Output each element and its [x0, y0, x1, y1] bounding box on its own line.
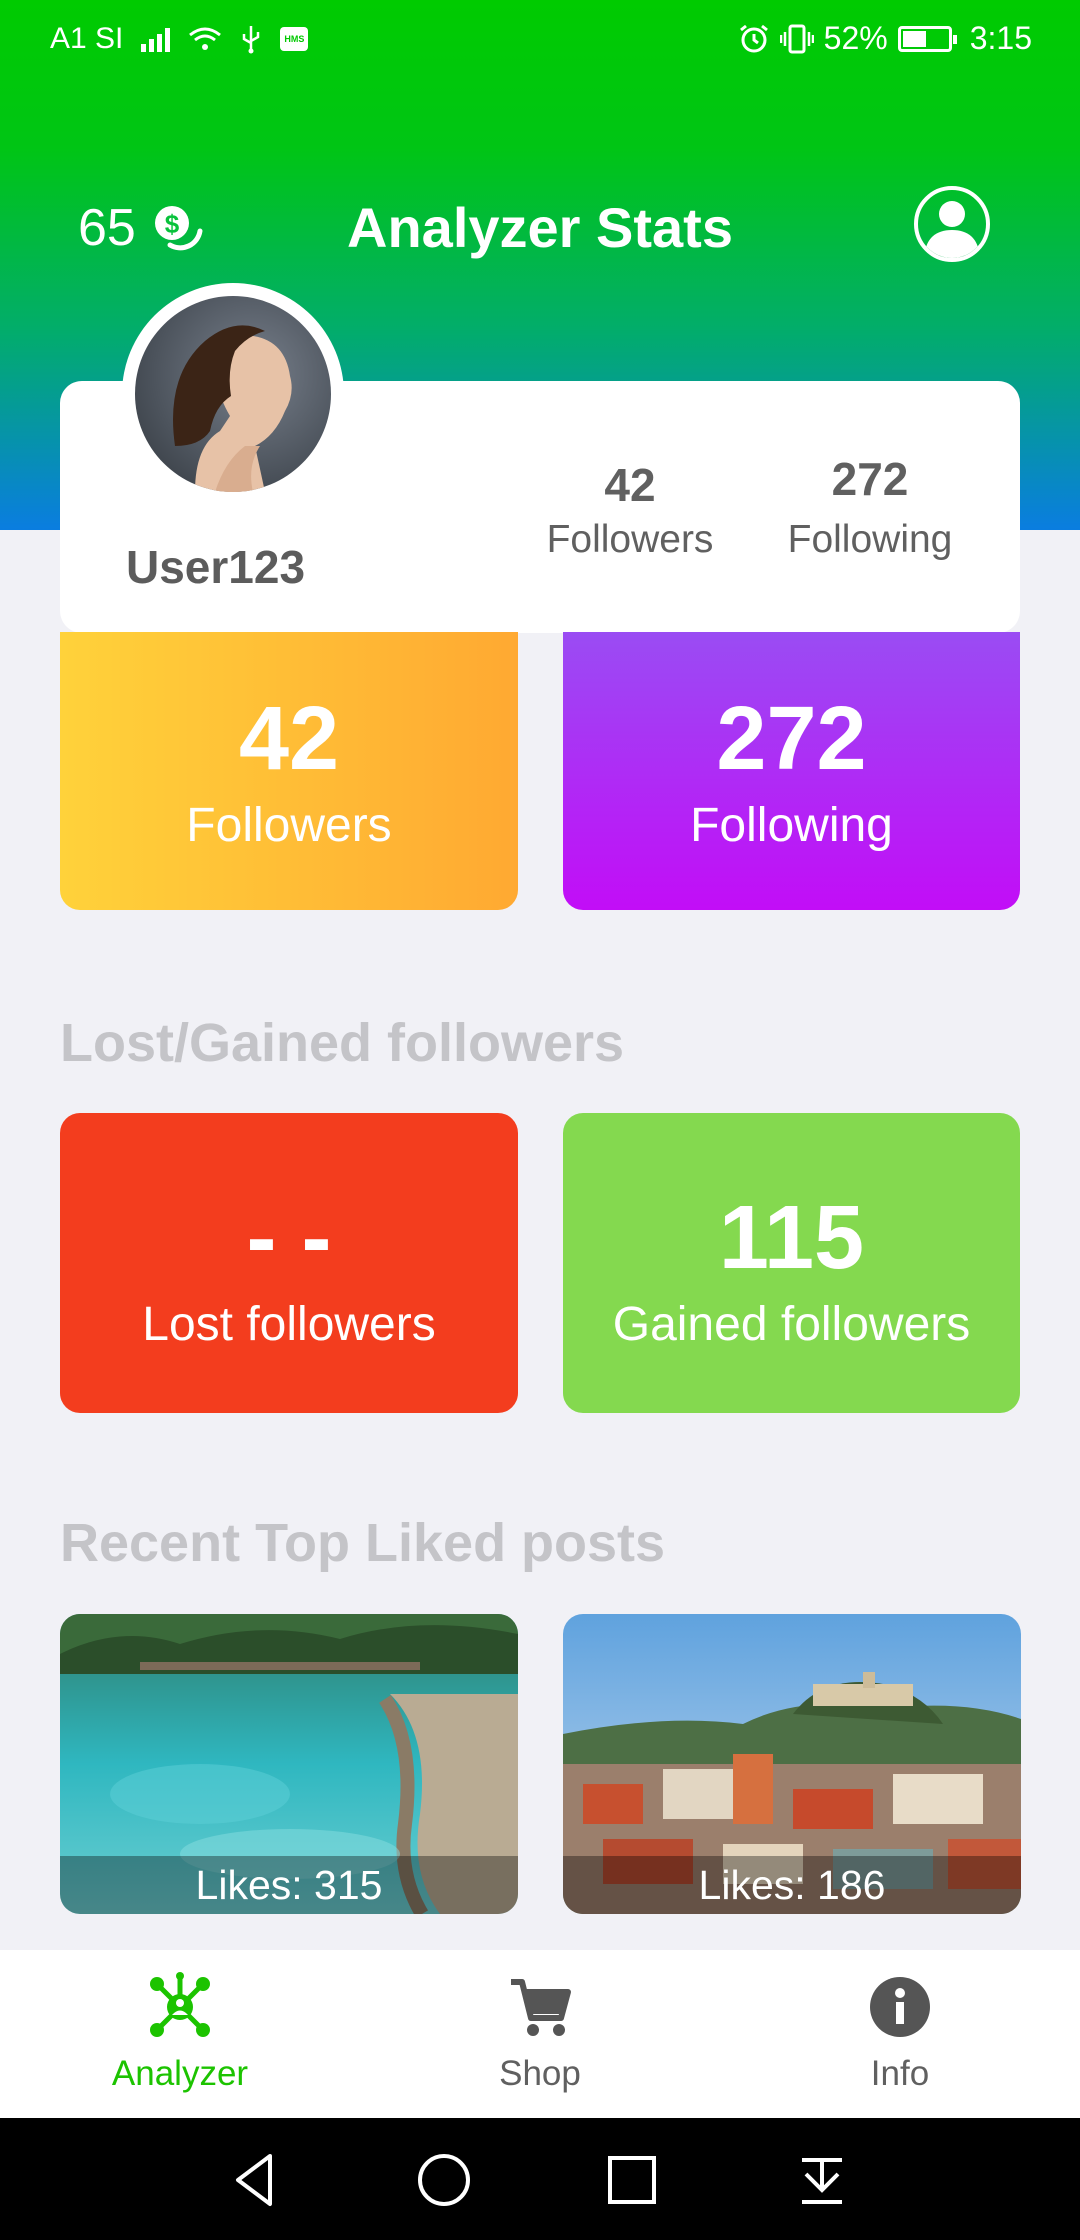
following-tile[interactable]: 272 Following — [563, 632, 1020, 910]
gained-followers-label: Gained followers — [612, 1298, 971, 1351]
analyzer-network-icon — [150, 1972, 210, 2037]
post-likes: Likes: 315 — [60, 1856, 518, 1914]
gained-followers-tile[interactable]: 115 Gained followers — [563, 1113, 1020, 1413]
post-card[interactable]: Likes: 186 — [563, 1614, 1021, 1914]
nav-info-label: Info — [870, 2054, 930, 2093]
lost-gained-title: Lost/Gained followers — [60, 1013, 625, 1073]
nav-analyzer-label: Analyzer — [111, 2054, 249, 2093]
profile-following-label: Following — [787, 518, 953, 561]
shopping-cart-icon — [511, 1979, 571, 2036]
signal-icon — [141, 26, 171, 52]
avatar-image — [173, 325, 292, 492]
followers-tile-label: Followers — [186, 799, 392, 852]
back-icon[interactable] — [224, 2148, 288, 2212]
post-likes: Likes: 186 — [563, 1856, 1021, 1914]
wifi-icon — [189, 27, 222, 50]
recents-icon[interactable] — [600, 2148, 664, 2212]
nav-shop-label: Shop — [499, 2054, 581, 2093]
status-bar: A1 SI HMS 52% 3:15 — [0, 0, 1080, 80]
battery-icon — [897, 25, 957, 52]
following-tile-value: 272 — [716, 689, 867, 789]
followers-tile[interactable]: 42 Followers — [60, 632, 518, 910]
hms-badge: HMS — [280, 27, 309, 51]
lost-followers-label: Lost followers — [142, 1298, 436, 1351]
profile-following-count: 272 — [831, 453, 909, 505]
post-card[interactable]: Likes: 315 — [60, 1614, 518, 1914]
usb-icon — [243, 26, 260, 54]
battery-percent: 52% — [823, 20, 888, 56]
profile-button[interactable] — [914, 186, 990, 262]
nav-analyzer[interactable]: Analyzer — [0, 1950, 360, 2118]
carrier-label: A1 SI — [50, 22, 124, 55]
info-icon — [870, 1977, 930, 2037]
account-circle-icon — [924, 201, 980, 258]
username: User123 — [126, 541, 306, 593]
avatar[interactable] — [135, 296, 331, 492]
profile-followers-stat[interactable]: 42 Followers — [530, 458, 730, 562]
home-icon[interactable] — [412, 2148, 476, 2212]
gained-followers-value: 115 — [718, 1188, 865, 1288]
profile-following-stat[interactable]: 272 Following — [770, 452, 970, 562]
profile-followers-count: 42 — [604, 459, 656, 511]
notification-pulldown-icon[interactable] — [790, 2148, 854, 2212]
recent-posts-title: Recent Top Liked posts — [60, 1513, 666, 1573]
system-navigation-bar — [0, 2118, 1080, 2240]
lost-followers-tile[interactable]: - - Lost followers — [60, 1113, 518, 1413]
bottom-navigation: Analyzer Shop Info — [0, 1950, 1080, 2118]
followers-tile-value: 42 — [238, 689, 340, 789]
lost-followers-value: - - — [246, 1188, 332, 1288]
vibrate-icon — [779, 24, 814, 53]
profile-followers-label: Followers — [546, 518, 714, 561]
nav-info[interactable]: Info — [720, 1950, 1080, 2118]
clock: 3:15 — [969, 20, 1032, 56]
alarm-icon — [739, 24, 768, 52]
nav-shop[interactable]: Shop — [360, 1950, 720, 2118]
following-tile-label: Following — [690, 799, 893, 852]
